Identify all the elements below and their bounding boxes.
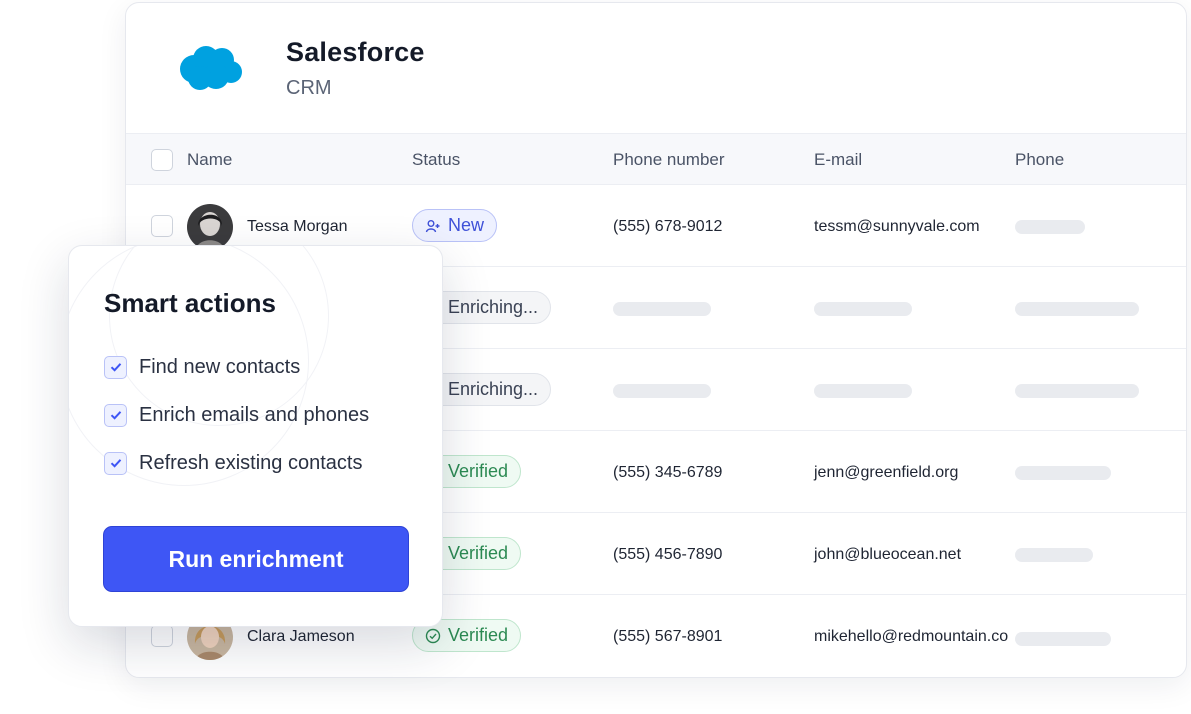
phone-number: (555) 567-8901 <box>613 628 723 645</box>
action-refresh-existing-contacts[interactable]: Refresh existing contacts <box>104 450 362 476</box>
status-text: Enriching... <box>448 297 539 317</box>
checkmark-icon <box>110 459 121 468</box>
column-header-status[interactable]: Status <box>412 150 460 170</box>
action-label: Find new contacts <box>139 355 301 378</box>
avatar <box>187 204 233 250</box>
loading-skeleton <box>1015 632 1111 646</box>
contact-name: Clara Jameson <box>247 628 355 645</box>
status-text: Verified <box>448 461 509 481</box>
check-circle-icon <box>425 628 441 643</box>
action-label: Enrich emails and phones <box>139 403 370 426</box>
action-checkbox[interactable] <box>104 355 127 379</box>
smart-actions-panel: Smart actions Find new contacts Enrich e… <box>68 245 443 627</box>
panel-title: Smart actions <box>104 288 276 318</box>
stage: Salesforce CRM Name Status Phone number … <box>0 0 1191 714</box>
checkmark-icon <box>110 363 121 372</box>
phone-number: (555) 345-6789 <box>613 464 723 481</box>
loading-skeleton <box>613 384 711 398</box>
row-checkbox[interactable] <box>151 215 173 237</box>
email: mikehello@redmountain.co <box>814 628 1009 645</box>
phone-number: (555) 456-7890 <box>613 546 723 563</box>
loading-skeleton <box>613 302 711 316</box>
status-text: Verified <box>448 625 509 645</box>
status-text: Enriching... <box>448 379 539 399</box>
row-checkbox[interactable] <box>151 625 173 647</box>
loading-skeleton <box>1015 220 1085 234</box>
email: jenn@greenfield.org <box>814 464 959 481</box>
loading-skeleton <box>1015 384 1139 398</box>
phone-number: (555) 678-9012 <box>613 218 723 235</box>
status-text: New <box>448 215 485 235</box>
crm-header: Salesforce CRM <box>126 3 1186 133</box>
checkmark-icon <box>110 411 121 420</box>
loading-skeleton <box>814 302 912 316</box>
action-checkbox[interactable] <box>104 451 127 475</box>
loading-skeleton <box>1015 548 1093 562</box>
select-all-checkbox[interactable] <box>151 149 173 171</box>
action-label: Refresh existing contacts <box>139 451 363 474</box>
action-checkbox[interactable] <box>104 403 127 427</box>
contact-name: Tessa Morgan <box>247 218 348 235</box>
loading-skeleton <box>1015 466 1111 480</box>
status-badge: New <box>412 209 498 242</box>
column-header-phone[interactable]: Phone <box>1015 150 1064 170</box>
column-header-name[interactable]: Name <box>187 150 232 170</box>
action-find-new-contacts[interactable]: Find new contacts <box>104 354 300 380</box>
column-header-email[interactable]: E-mail <box>814 150 862 170</box>
email: john@blueocean.net <box>814 546 962 563</box>
column-header-phone-number[interactable]: Phone number <box>613 150 725 170</box>
loading-skeleton <box>1015 302 1139 316</box>
email: tessm@sunnyvale.com <box>814 218 980 235</box>
loading-skeleton <box>814 384 912 398</box>
crm-title: Salesforce <box>286 37 425 67</box>
action-enrich-emails-and-phones[interactable]: Enrich emails and phones <box>104 402 369 428</box>
salesforce-cloud-icon <box>180 46 242 90</box>
status-text: Verified <box>448 543 509 563</box>
crm-subtitle: CRM <box>286 77 332 99</box>
run-enrichment-button[interactable]: Run enrichment <box>103 526 409 592</box>
table-header: Name Status Phone number E-mail Phone <box>126 133 1186 185</box>
user-add-icon <box>425 219 440 232</box>
